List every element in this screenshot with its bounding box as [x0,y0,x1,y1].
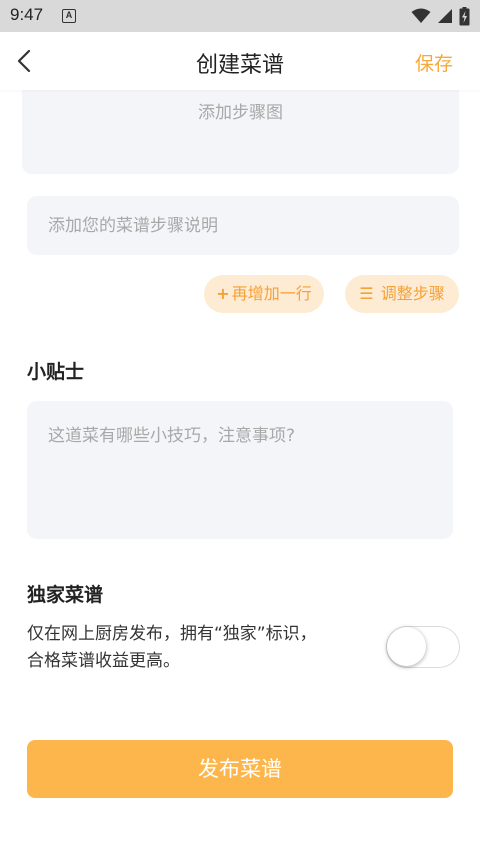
exclusive-title: 独家菜谱 [27,584,104,606]
exclusive-description: 仅在网上厨房发布，拥有“独家”标识，合格菜谱收益更高。 [27,624,317,671]
list-icon: ☰ [359,284,374,303]
add-row-button[interactable]: + 再增加一行 [204,275,324,313]
status-bar: 9:47 A [0,0,480,32]
add-row-label: 再增加一行 [231,284,312,303]
adjust-steps-button[interactable]: ☰ 调整步骤 [345,275,459,313]
status-icons [411,6,470,26]
wifi-icon [411,8,431,23]
save-button[interactable]: 保存 [415,49,453,76]
battery-charging-icon [459,6,470,25]
nav-bar: 创建菜谱 保存 [0,32,480,90]
step-description-input[interactable] [27,196,459,255]
tips-input[interactable] [27,401,453,539]
notification-badge-icon: A [62,9,76,23]
adjust-steps-label: 调整步骤 [380,284,445,303]
signal-icon [438,9,452,23]
plus-icon: + [216,284,230,303]
page-title: 创建菜谱 [195,53,284,78]
status-time: 9:47 [10,5,44,24]
tips-title: 小贴士 [27,361,85,383]
exclusive-toggle[interactable] [386,626,460,668]
add-step-image-label: 添加步骤图 [198,103,283,123]
toggle-knob [387,627,426,666]
publish-recipe-button[interactable]: 发布菜谱 [27,740,453,798]
add-step-image-button[interactable]: 添加步骤图 [22,82,459,174]
